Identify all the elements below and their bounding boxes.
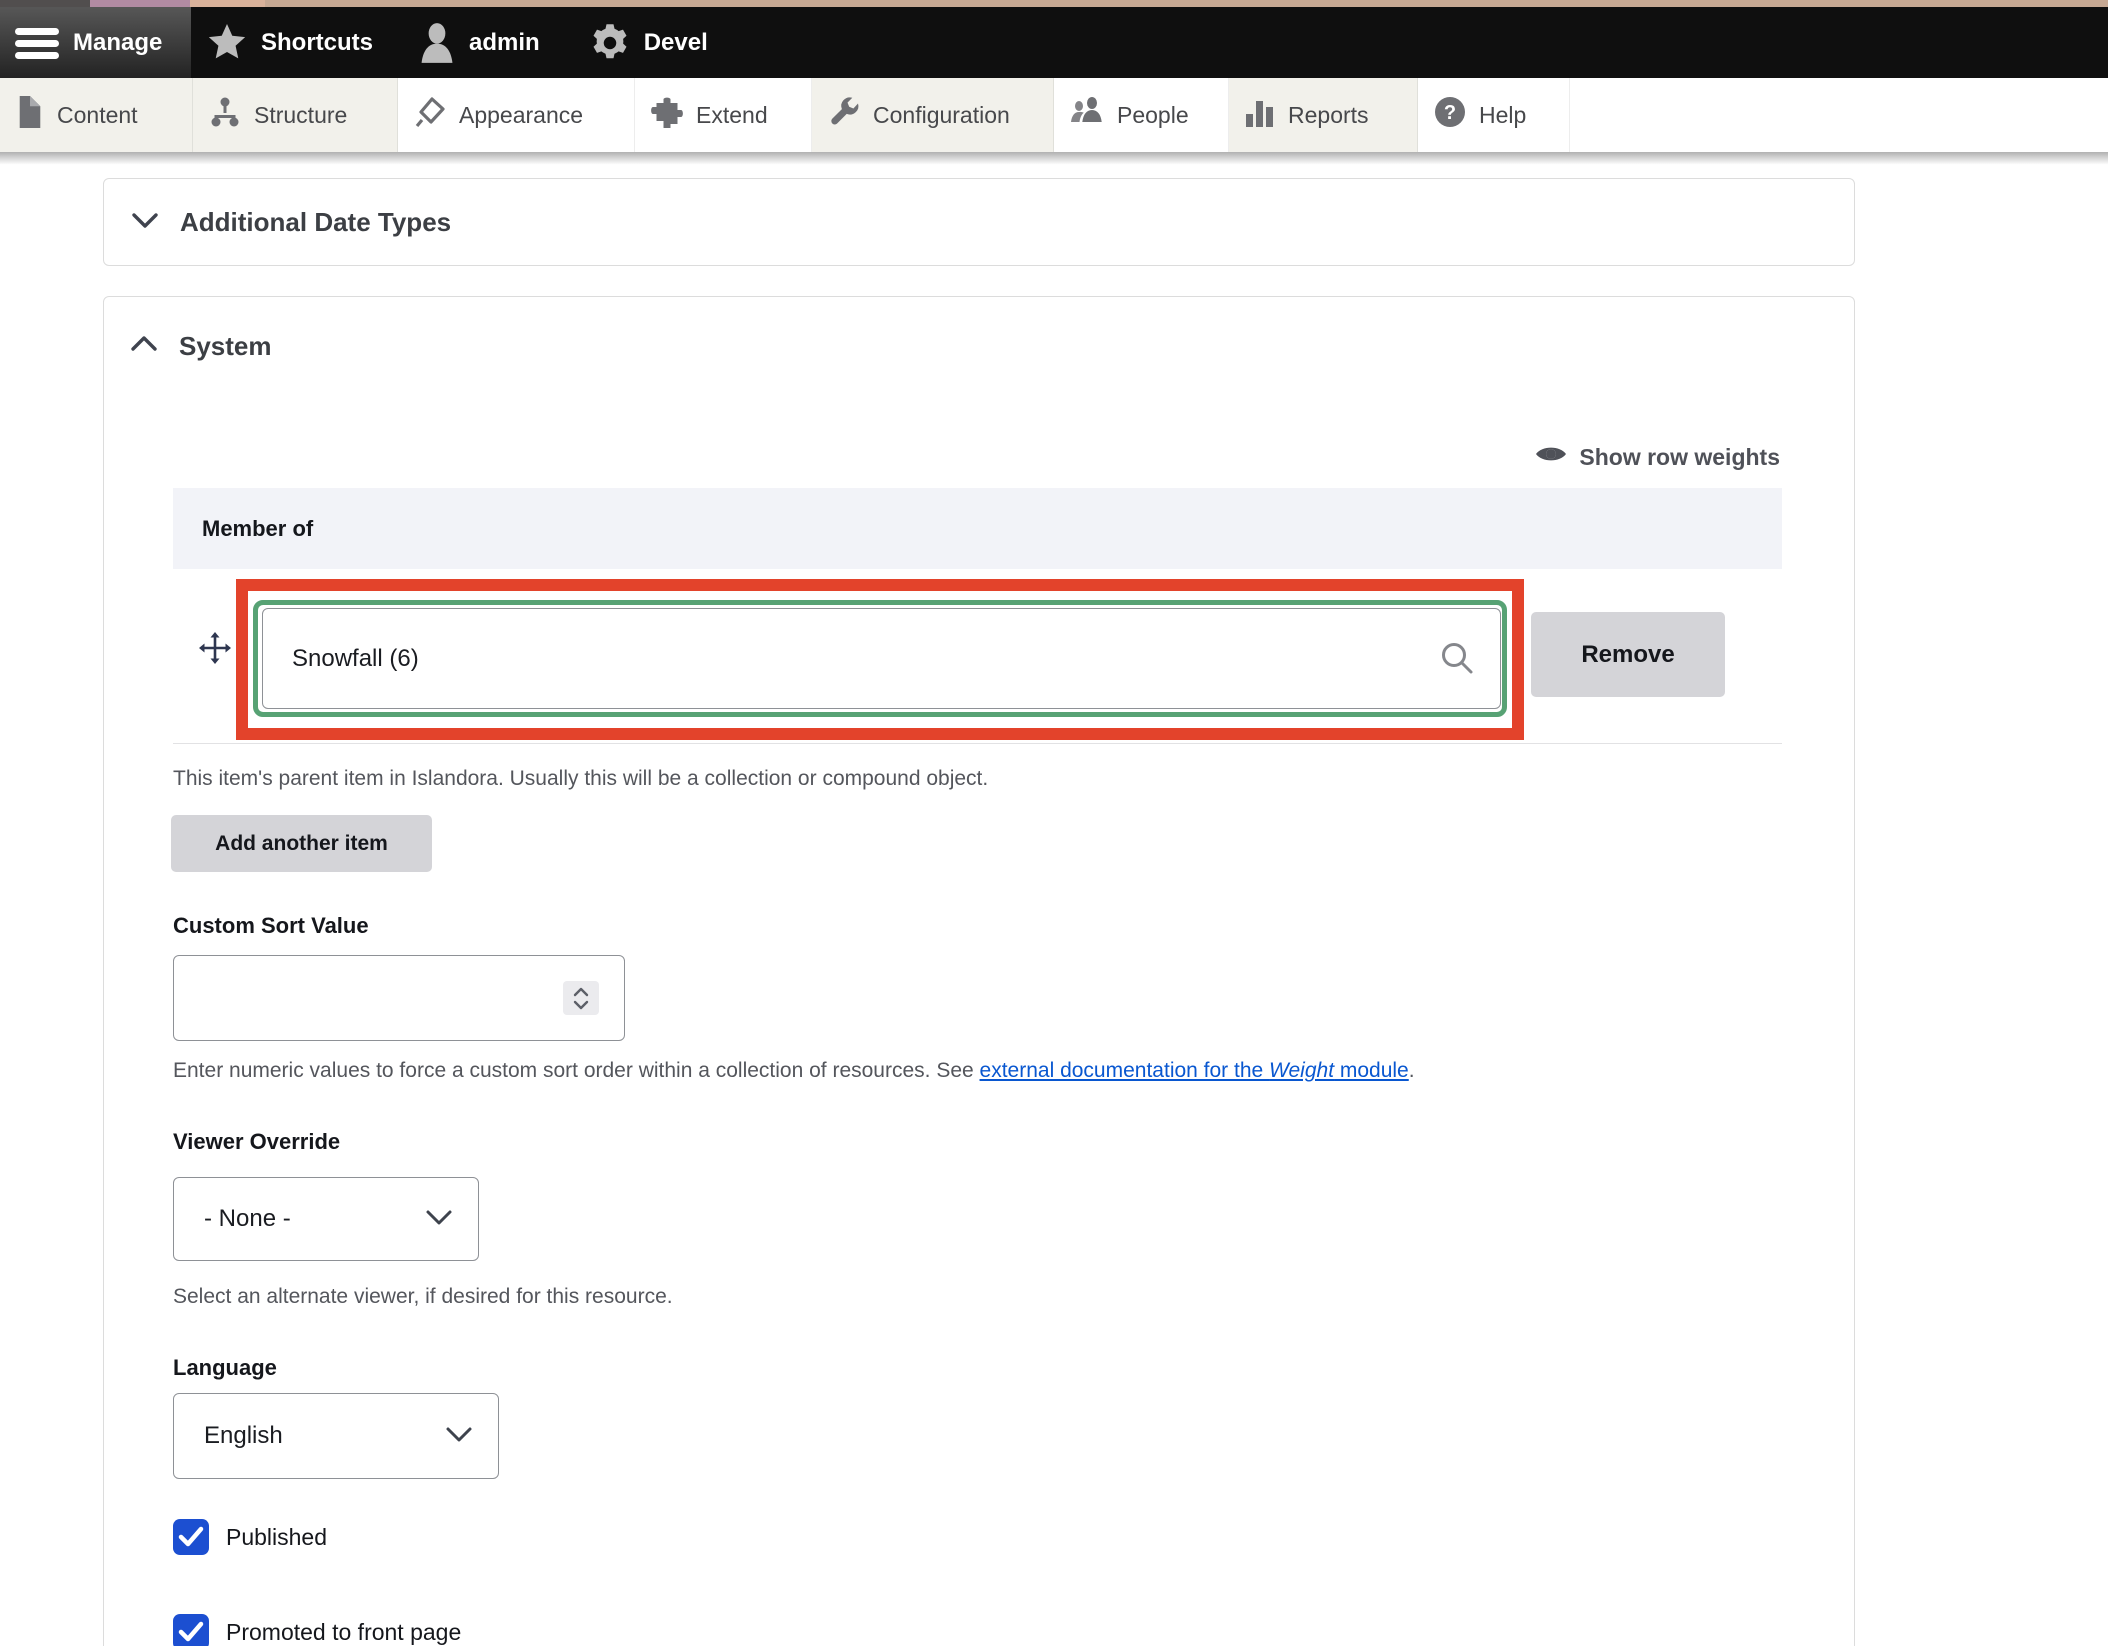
published-checkbox[interactable]: [173, 1519, 209, 1555]
admin-bar-label: Shortcuts: [261, 29, 373, 57]
custom-sort-field: [173, 955, 625, 1041]
admin-bar-label: admin: [469, 29, 540, 57]
toolbar-item-help[interactable]: ? Help: [1418, 78, 1570, 152]
promoted-checkbox[interactable]: [173, 1614, 209, 1646]
custom-sort-label: Custom Sort Value: [173, 913, 369, 939]
chevron-down-icon: [425, 1205, 453, 1233]
wrench-icon: [828, 96, 860, 134]
admin-menu-toolbar: Content Structure Appearance Extend Conf…: [0, 78, 2108, 152]
drupal-admin-page: Manage Shortcuts admin Devel Conte: [0, 0, 2108, 1646]
toolbar-label: Reports: [1288, 102, 1369, 129]
promoted-row: Promoted to front page: [173, 1614, 461, 1646]
gear-icon: [590, 23, 630, 63]
toolbar-item-people[interactable]: People: [1054, 78, 1229, 152]
viewer-override-select[interactable]: - None -: [173, 1177, 479, 1261]
toolbar-item-appearance[interactable]: Appearance: [398, 78, 635, 152]
link-italic-text: Weight: [1269, 1059, 1334, 1082]
viewer-override-label: Viewer Override: [173, 1129, 340, 1155]
toolbar-label: Extend: [696, 102, 768, 129]
custom-sort-description: Enter numeric values to force a custom s…: [173, 1059, 1415, 1083]
selected-option: English: [204, 1422, 283, 1450]
drag-handle[interactable]: [198, 631, 232, 665]
add-another-item-button[interactable]: Add another item: [171, 815, 432, 872]
toolbar-label: Appearance: [459, 102, 583, 129]
file-icon: [16, 96, 44, 134]
toolbar-item-extend[interactable]: Extend: [635, 78, 812, 152]
toolbar-label: Configuration: [873, 102, 1010, 129]
table-header-member-of: Member of: [173, 488, 1782, 569]
chevron-up-icon: [130, 335, 158, 358]
toolbar-item-content[interactable]: Content: [0, 78, 193, 152]
promoted-label: Promoted to front page: [226, 1619, 461, 1646]
puzzle-icon: [651, 96, 683, 134]
published-row: Published: [173, 1519, 327, 1555]
section-system: System Show row weights Member of Remove…: [103, 296, 1855, 1646]
barchart-icon: [1245, 96, 1275, 134]
remove-button[interactable]: Remove: [1531, 612, 1725, 697]
custom-sort-help-text: Enter numeric values to force a custom s…: [173, 1059, 980, 1082]
admin-bar-label: Manage: [73, 29, 162, 57]
section-additional-date-types[interactable]: Additional Date Types: [103, 178, 1855, 266]
people-icon: [1070, 96, 1104, 134]
link-text: external documentation for the: [980, 1059, 1270, 1082]
admin-bar-label: Devel: [644, 29, 708, 57]
toolbar-item-configuration[interactable]: Configuration: [812, 78, 1054, 152]
svg-text:?: ?: [1444, 102, 1456, 124]
user-icon: [419, 23, 455, 63]
toolbar-label: Content: [57, 102, 138, 129]
member-of-input[interactable]: [262, 608, 1501, 709]
viewer-override-description: Select an alternate viewer, if desired f…: [173, 1285, 673, 1309]
toolbar-label: People: [1117, 102, 1189, 129]
toolbar-label: Structure: [254, 102, 347, 129]
chevron-down-icon: [131, 211, 159, 234]
selected-option: - None -: [204, 1205, 291, 1233]
member-of-autocomplete: [262, 608, 1501, 709]
sitemap-icon: [209, 96, 241, 134]
table-header-label: Member of: [202, 516, 313, 542]
custom-sort-input[interactable]: [173, 955, 625, 1041]
custom-sort-help-period: .: [1409, 1059, 1415, 1082]
admin-bar-item-admin[interactable]: admin: [419, 7, 540, 78]
admin-bar-item-manage[interactable]: Manage: [0, 7, 191, 78]
admin-bar-item-shortcuts[interactable]: Shortcuts: [207, 7, 373, 78]
published-label: Published: [226, 1524, 327, 1551]
admin-bar: Manage Shortcuts admin Devel: [0, 7, 2108, 78]
show-row-weights-link[interactable]: Show row weights: [1535, 443, 1780, 471]
window-top-strip: [0, 0, 2108, 7]
toolbar-shadow: [0, 152, 2108, 169]
show-row-weights-label: Show row weights: [1579, 444, 1780, 471]
number-spinner[interactable]: [563, 981, 599, 1015]
search-icon: [1439, 640, 1475, 681]
toolbar-item-reports[interactable]: Reports: [1229, 78, 1418, 152]
section-system-header[interactable]: System: [130, 331, 272, 362]
star-icon: [207, 24, 247, 62]
weight-module-doc-link[interactable]: external documentation for the Weight mo…: [980, 1059, 1409, 1082]
language-label: Language: [173, 1355, 277, 1381]
member-of-description: This item's parent item in Islandora. Us…: [173, 767, 988, 791]
eye-icon: [1535, 443, 1567, 471]
brush-icon: [414, 96, 446, 134]
admin-bar-item-devel[interactable]: Devel: [590, 7, 708, 78]
toolbar-item-structure[interactable]: Structure: [193, 78, 398, 152]
chevron-down-icon: [445, 1422, 473, 1450]
table-row-divider: [173, 743, 1782, 744]
section-title: System: [179, 331, 272, 362]
menu-icon: [15, 27, 59, 59]
language-select[interactable]: English: [173, 1393, 499, 1479]
section-title: Additional Date Types: [180, 207, 451, 238]
toolbar-spacer: [1570, 78, 2108, 152]
question-icon: ?: [1434, 96, 1466, 134]
link-text: module: [1334, 1059, 1409, 1082]
toolbar-label: Help: [1479, 102, 1526, 129]
